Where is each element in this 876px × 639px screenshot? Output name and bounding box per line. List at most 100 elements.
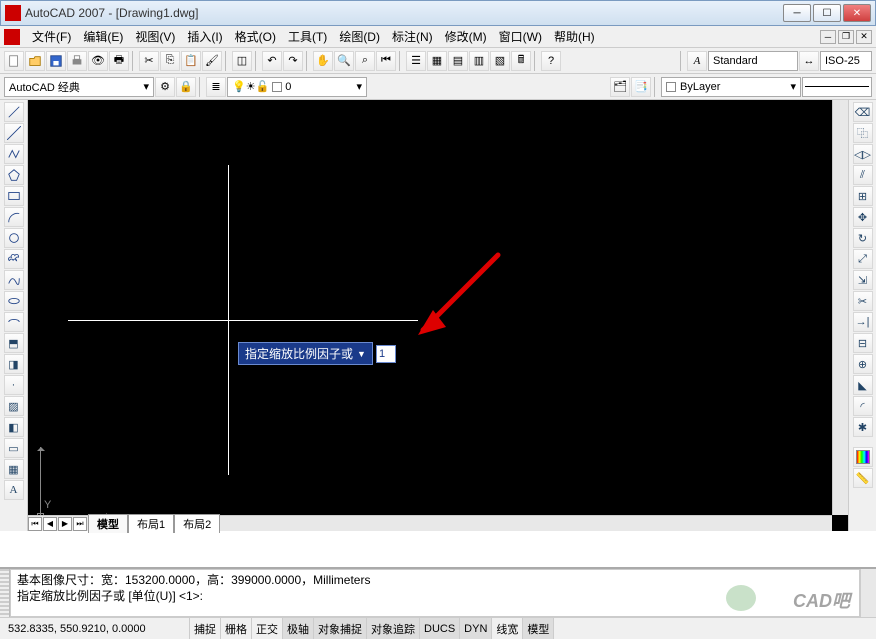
trim-icon[interactable]: ✂ (853, 291, 873, 311)
menu-edit[interactable]: 编辑(E) (77, 26, 129, 47)
text-style-dropdown[interactable]: Standard (708, 51, 798, 71)
command-grip[interactable] (0, 569, 10, 617)
chamfer-icon[interactable]: ◣ (853, 375, 873, 395)
lineweight-dropdown[interactable] (802, 77, 872, 97)
scale-icon[interactable]: ⤢ (853, 249, 873, 269)
tab-next-icon[interactable]: ▶ (58, 517, 72, 531)
dynamic-input-field[interactable] (376, 345, 396, 363)
workspace-settings-icon[interactable]: ⚙ (155, 77, 175, 97)
menu-help[interactable]: 帮助(H) (548, 26, 601, 47)
tab-last-icon[interactable]: ⏭ (73, 517, 87, 531)
menu-draw[interactable]: 绘图(D) (333, 26, 386, 47)
open-icon[interactable] (25, 51, 45, 71)
menu-window[interactable]: 窗口(W) (493, 26, 548, 47)
move-icon[interactable]: ✥ (853, 207, 873, 227)
linetype-dropdown[interactable]: ByLayer ▾ (661, 77, 801, 97)
stretch-icon[interactable]: ⇲ (853, 270, 873, 290)
circle-icon[interactable] (4, 228, 24, 248)
properties-icon[interactable]: ☰ (406, 51, 426, 71)
close-button[interactable]: ✕ (843, 4, 871, 22)
cut-icon[interactable]: ✂ (139, 51, 159, 71)
spline-icon[interactable] (4, 270, 24, 290)
revcloud-icon[interactable] (4, 249, 24, 269)
otrack-toggle[interactable]: 对象追踪 (367, 618, 420, 639)
point-icon[interactable]: · (4, 375, 24, 395)
explode-icon[interactable]: ✱ (853, 417, 873, 437)
arc-icon[interactable] (4, 207, 24, 227)
ellipse-arc-icon[interactable] (4, 312, 24, 332)
plot-preview-icon[interactable]: 👁 (88, 51, 108, 71)
erase-icon[interactable]: ⌫ (853, 102, 873, 122)
layer-previous-icon[interactable]: 🗂 (610, 77, 630, 97)
vertical-scrollbar[interactable] (832, 100, 848, 515)
hatch-icon[interactable]: ▨ (4, 396, 24, 416)
minimize-button[interactable]: ─ (783, 4, 811, 22)
color-palette-icon[interactable] (853, 447, 873, 467)
coordinates-display[interactable]: 532.8335, 550.9210, 0.0000 (0, 618, 190, 639)
menu-tools[interactable]: 工具(T) (282, 26, 333, 47)
maximize-button[interactable]: ☐ (813, 4, 841, 22)
offset-icon[interactable]: ⫽ (853, 165, 873, 185)
model-toggle[interactable]: 模型 (523, 618, 554, 639)
paste-icon[interactable]: 📋 (181, 51, 201, 71)
zoom-previous-icon[interactable]: ⏮ (376, 51, 396, 71)
fillet-icon[interactable]: ◜ (853, 396, 873, 416)
menu-view[interactable]: 视图(V) (129, 26, 181, 47)
quickcalc-icon[interactable]: 🖩 (511, 51, 531, 71)
snap-toggle[interactable]: 捕捉 (190, 618, 221, 639)
print-icon[interactable] (67, 51, 87, 71)
ellipse-icon[interactable] (4, 291, 24, 311)
design-center-icon[interactable]: ▦ (427, 51, 447, 71)
help-icon[interactable]: ? (541, 51, 561, 71)
publish-icon[interactable]: 🖶 (109, 51, 129, 71)
command-scrollbar[interactable] (860, 569, 876, 617)
new-icon[interactable] (4, 51, 24, 71)
tab-layout1[interactable]: 布局1 (128, 514, 174, 533)
copy-icon[interactable]: ⎘ (160, 51, 180, 71)
copy-obj-icon[interactable]: ⿻ (853, 123, 873, 143)
pan-icon[interactable]: ✋ (313, 51, 333, 71)
polyline-icon[interactable] (4, 144, 24, 164)
grid-toggle[interactable]: 栅格 (221, 618, 252, 639)
tool-palettes-icon[interactable]: ▤ (448, 51, 468, 71)
line-icon[interactable] (4, 102, 24, 122)
menu-insert[interactable]: 插入(I) (181, 26, 228, 47)
mdi-restore[interactable]: ❐ (838, 30, 854, 44)
dim-style-dropdown[interactable]: ISO-25 (820, 51, 872, 71)
menu-format[interactable]: 格式(O) (229, 26, 282, 47)
polygon-icon[interactable] (4, 165, 24, 185)
redo-icon[interactable]: ↷ (283, 51, 303, 71)
table-icon[interactable]: ▦ (4, 459, 24, 479)
ortho-toggle[interactable]: 正交 (252, 618, 283, 639)
menu-dimension[interactable]: 标注(N) (386, 26, 439, 47)
rectangle-icon[interactable] (4, 186, 24, 206)
mirror-icon[interactable]: ◁▷ (853, 144, 873, 164)
undo-icon[interactable]: ↶ (262, 51, 282, 71)
menu-modify[interactable]: 修改(M) (439, 26, 493, 47)
join-icon[interactable]: ⊕ (853, 354, 873, 374)
drawing-area[interactable]: Y X 指定缩放比例因子或 ▼ ⏮ ◀ ▶ ⏭ 模型 (28, 100, 848, 531)
tab-first-icon[interactable]: ⏮ (28, 517, 42, 531)
workspace-lock-icon[interactable]: 🔒 (176, 77, 196, 97)
sheet-set-icon[interactable]: ▥ (469, 51, 489, 71)
array-icon[interactable]: ⊞ (853, 186, 873, 206)
match-icon[interactable]: 🖌 (202, 51, 222, 71)
lwt-toggle[interactable]: 线宽 (492, 618, 523, 639)
break-icon[interactable]: ⊟ (853, 333, 873, 353)
osnap-toggle[interactable]: 对象捕捉 (314, 618, 367, 639)
tab-prev-icon[interactable]: ◀ (43, 517, 57, 531)
menu-file[interactable]: 文件(F) (26, 26, 77, 47)
gradient-icon[interactable]: ◧ (4, 417, 24, 437)
save-icon[interactable] (46, 51, 66, 71)
markup-icon[interactable]: ▧ (490, 51, 510, 71)
tab-model[interactable]: 模型 (88, 514, 128, 533)
extend-icon[interactable]: →| (853, 312, 873, 332)
tab-layout2[interactable]: 布局2 (174, 514, 220, 533)
region-icon[interactable]: ▭ (4, 438, 24, 458)
workspace-dropdown[interactable]: AutoCAD 经典▾ (4, 77, 154, 97)
rotate-icon[interactable]: ↻ (853, 228, 873, 248)
polar-toggle[interactable]: 极轴 (283, 618, 314, 639)
mdi-close[interactable]: ✕ (856, 30, 872, 44)
dim-style-icon[interactable]: ↔ (799, 51, 819, 71)
dyn-toggle[interactable]: DYN (460, 618, 492, 639)
